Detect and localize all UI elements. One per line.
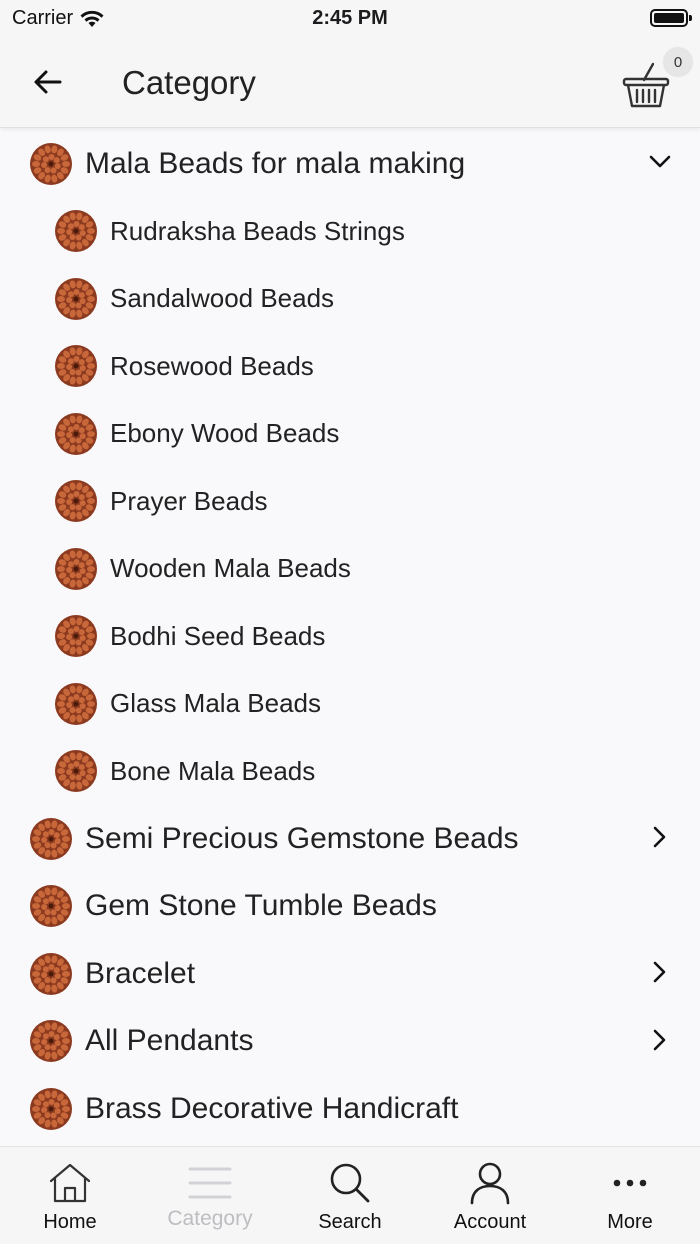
rudraksha-bead-icon [55, 412, 97, 455]
tab-more[interactable]: More [560, 1147, 700, 1244]
chevron-right-icon[interactable] [648, 825, 672, 849]
tab-home[interactable]: Home [0, 1147, 140, 1244]
category-label: Bone Mala Beads [110, 755, 316, 786]
chevron-right-icon[interactable] [648, 960, 672, 984]
category-label: Prayer Beads [110, 485, 268, 516]
rudraksha-bead-icon [30, 1087, 72, 1130]
menu-icon [188, 1167, 232, 1199]
category-list: Mala Beads for mala making Rudraksha Bead… [0, 130, 700, 1146]
chevron-down-icon[interactable] [648, 150, 672, 174]
category-item[interactable]: Gem Stone Tumble Beads [0, 873, 700, 940]
cart-count-badge: 0 [664, 48, 692, 76]
category-label: Sandalwood Beads [110, 283, 335, 313]
tab-account-label: Account [453, 1211, 527, 1233]
category-item[interactable]: All Pendants [0, 1008, 700, 1075]
chevron-right-icon[interactable] [648, 1028, 672, 1052]
category-label: Glass Mala Beads [110, 688, 321, 718]
tab-search-label: Search [318, 1211, 382, 1233]
category-item[interactable]: Mala Beads for mala making [0, 130, 700, 197]
category-label: Bodhi Seed Beads [110, 620, 326, 651]
rudraksha-bead-icon [55, 547, 97, 590]
rudraksha-bead-icon [30, 952, 72, 995]
tab-bar: Home Category Search Account More [0, 1146, 700, 1244]
subcategory-item[interactable]: Ebony Wood Beads [0, 400, 700, 467]
category-item[interactable]: Semi Precious Gemstone Beads [0, 805, 700, 872]
navigation-bar: Category 0 [0, 36, 700, 128]
page-title: Category [122, 64, 256, 101]
rudraksha-bead-icon [55, 210, 97, 252]
category-label: Rosewood Beads [110, 350, 314, 381]
rudraksha-bead-icon [55, 615, 97, 657]
rudraksha-bead-icon [55, 277, 97, 320]
category-label: Bracelet [85, 956, 196, 990]
subcategory-item[interactable]: Rudraksha Beads Strings [0, 198, 700, 265]
rudraksha-bead-icon [55, 750, 97, 792]
category-label: Rudraksha Beads Strings [110, 215, 405, 246]
rudraksha-bead-icon [55, 345, 97, 387]
subcategory-item[interactable]: Rosewood Beads [0, 333, 700, 400]
tab-category-label: Category [167, 1207, 253, 1230]
category-label: Gem Stone Tumble Beads [85, 889, 437, 922]
category-label: Semi Precious Gemstone Beads [85, 821, 519, 855]
subcategory-item[interactable]: Glass Mala Beads [0, 670, 700, 737]
rudraksha-bead-icon [55, 480, 97, 522]
search-icon [330, 1163, 370, 1203]
back-button[interactable] [28, 62, 68, 102]
rudraksha-bead-icon [30, 817, 72, 860]
category-label: Mala Beads for mala making [85, 146, 466, 180]
clock: 2:45 PM [312, 7, 388, 29]
subcategory-item[interactable]: Sandalwood Beads [0, 265, 700, 332]
tab-account[interactable]: Account [420, 1147, 560, 1244]
category-label: Brass Decorative Handicraft [85, 1091, 459, 1125]
category-label: All Pendants [85, 1024, 254, 1057]
arrow-left-icon [34, 70, 62, 94]
tab-home-label: Home [43, 1211, 97, 1233]
category-item[interactable]: Bracelet [0, 940, 700, 1007]
user-icon [470, 1162, 510, 1205]
home-icon [49, 1163, 91, 1203]
rudraksha-bead-icon [30, 885, 72, 927]
subcategory-item[interactable]: Bodhi Seed Beads [0, 603, 700, 670]
subcategory-item[interactable]: Prayer Beads [0, 468, 700, 535]
status-bar: Carrier 2:45 PM [0, 0, 700, 36]
subcategory-item[interactable]: Wooden Mala Beads [0, 535, 700, 602]
rudraksha-bead-icon [30, 1020, 72, 1062]
category-label: Wooden Mala Beads [110, 553, 351, 583]
battery-icon [650, 9, 692, 27]
tab-more-label: More [607, 1211, 653, 1233]
tab-search[interactable]: Search [280, 1147, 420, 1244]
more-icon [613, 1179, 647, 1187]
tab-category[interactable]: Category [140, 1147, 280, 1244]
category-item[interactable]: Brass Decorative Handicraft [0, 1075, 700, 1142]
rudraksha-bead-icon [30, 142, 72, 185]
category-label: Ebony Wood Beads [110, 418, 340, 448]
rudraksha-bead-icon [55, 682, 97, 725]
subcategory-item[interactable]: Bone Mala Beads [0, 738, 700, 805]
